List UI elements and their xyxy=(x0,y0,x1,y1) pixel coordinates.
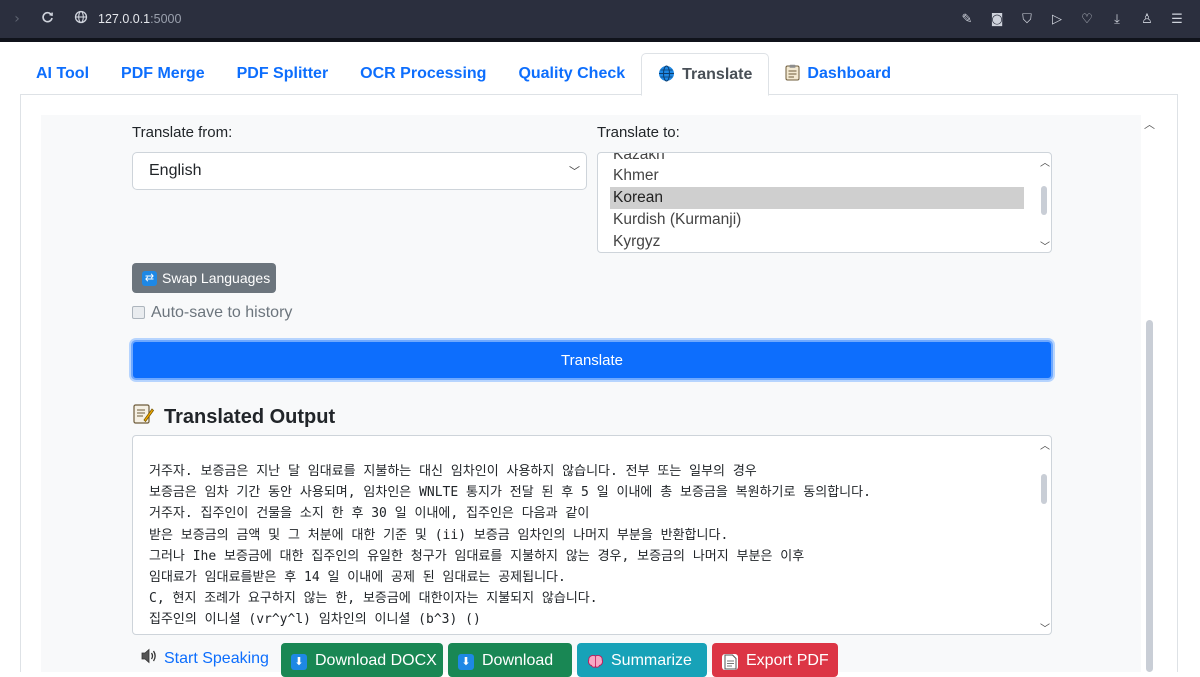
list-scrollbar-thumb[interactable] xyxy=(1041,186,1047,215)
chevron-up-icon[interactable]: ︿ xyxy=(1040,437,1050,452)
speak-label: Start Speaking xyxy=(164,649,269,667)
clipboard-icon xyxy=(785,64,800,84)
tab-dashboard[interactable]: Dashboard xyxy=(769,53,907,95)
output-title: Translated Output xyxy=(164,405,336,428)
chevron-down-icon: ﹀ xyxy=(569,166,580,178)
heart-icon[interactable]: ♡ xyxy=(1072,12,1102,27)
tab-ai-tool[interactable]: AI Tool xyxy=(20,53,105,95)
brain-icon xyxy=(587,654,603,670)
swap-label: Swap Languages xyxy=(162,270,271,286)
globe-icon xyxy=(658,65,675,85)
tab-pdf-merge[interactable]: PDF Merge xyxy=(105,53,221,95)
output-heading: Translated Output xyxy=(132,403,335,431)
summarize-label: Summarize xyxy=(611,652,692,669)
start-speaking-link[interactable]: Start Speaking xyxy=(140,648,269,669)
tab-translate[interactable]: Translate xyxy=(641,53,770,96)
shield-icon[interactable]: ⛉ xyxy=(1012,12,1042,27)
tab-label: PDF Splitter xyxy=(236,65,329,82)
to-label: Translate to: xyxy=(597,124,680,141)
autosave-checkbox[interactable] xyxy=(132,306,145,319)
address-bar[interactable]: 127.0.0.1:5000 xyxy=(98,12,181,26)
tab-label: OCR Processing xyxy=(360,65,487,82)
reload-icon[interactable] xyxy=(34,11,60,28)
swap-languages-button[interactable]: ⇄ Swap Languages xyxy=(132,263,276,293)
edit-icon[interactable]: ✎ xyxy=(952,12,982,27)
tab-label: Quality Check xyxy=(518,65,626,82)
play-icon[interactable]: ▷ xyxy=(1042,12,1072,27)
page-separator xyxy=(0,38,1200,42)
translate-label: Translate xyxy=(561,351,623,369)
url-port: :5000 xyxy=(150,12,182,26)
tab-label: Dashboard xyxy=(807,65,891,82)
tab-quality-check[interactable]: Quality Check xyxy=(502,53,641,95)
chevron-down-icon[interactable]: ﹀ xyxy=(1040,620,1050,635)
list-item[interactable]: Kazakh xyxy=(610,153,1024,166)
list-item[interactable]: Kurdish (Kurmanji) xyxy=(610,209,1024,231)
source-language-value: English xyxy=(149,162,202,179)
from-label: Translate from: xyxy=(132,124,233,141)
target-language-list[interactable]: Kazakh Khmer Korean Kurdish (Kurmanji) K… xyxy=(597,152,1052,253)
tab-label: AI Tool xyxy=(36,65,90,82)
output-line: 받은 보증금의 금액 및 그 처분에 대한 기준 및 (ii) 보증금 임차인의… xyxy=(149,528,729,543)
chevron-up-icon[interactable]: ︿ xyxy=(1040,154,1050,169)
browser-toolbar: › 127.0.0.1:5000 ✎ ◙ ⛉ ▷ ♡ ⤓ ♙ ☰ xyxy=(0,0,1200,38)
download-icon[interactable]: ⤓ xyxy=(1102,12,1132,27)
memo-icon xyxy=(132,403,155,431)
output-line: C, 현지 조례가 요구하지 않는 한, 보증금에 대한이자는 지불되지 않습니… xyxy=(149,591,598,606)
list-item-selected[interactable]: Korean xyxy=(610,187,1024,209)
output-scrollbar-thumb[interactable] xyxy=(1041,474,1047,504)
swap-icon: ⇄ xyxy=(142,270,157,286)
download-arrow-icon: ⬇ xyxy=(291,654,307,670)
tab-label: PDF Merge xyxy=(121,65,205,82)
source-language-select[interactable]: English ﹀ xyxy=(132,152,587,190)
list-item[interactable]: Khmer xyxy=(610,165,1024,187)
camera-icon[interactable]: ◙ xyxy=(982,12,1012,27)
list-item[interactable]: Kyrgyz xyxy=(610,231,1024,252)
menu-icon[interactable]: ☰ xyxy=(1162,12,1192,27)
autosave-label: Auto-save to history xyxy=(151,304,293,321)
profile-icon[interactable]: ♙ xyxy=(1132,12,1162,27)
speaker-icon xyxy=(140,648,158,669)
forward-icon[interactable]: › xyxy=(4,11,30,27)
output-line: 거주자. 집주인이 건물을 소지 한 후 30 일 이내에, 집주인은 다음과 … xyxy=(149,506,590,521)
tab-pdf-splitter[interactable]: PDF Splitter xyxy=(221,53,345,95)
download-arrow-icon: ⬇ xyxy=(458,654,474,670)
translate-button[interactable]: Translate xyxy=(131,340,1053,380)
tab-ocr-processing[interactable]: OCR Processing xyxy=(344,53,502,95)
translated-output-textarea[interactable]: 거주자. 보증금은 지난 달 임대료를 지불하는 대신 임차인이 사용하지 않습… xyxy=(132,435,1052,635)
download-label: Download xyxy=(482,652,554,669)
page-scrollbar-thumb[interactable] xyxy=(1146,320,1153,672)
docx-label: Download DOCX xyxy=(315,652,437,669)
output-line: 그러나 Ihe 보증금에 대한 집주인의 유일한 청구가 임대료를 지불하지 않… xyxy=(149,549,805,564)
tab-bar: AI Tool PDF Merge PDF Splitter OCR Proce… xyxy=(20,53,1178,96)
output-line: 집주인의 이니셜 (vr^y^l) 임차인의 이니셜 (b^3) () xyxy=(149,612,481,627)
chevron-up-icon[interactable]: ︿ xyxy=(1144,116,1155,132)
browser-actions: ✎ ◙ ⛉ ▷ ♡ ⤓ ♙ ☰ xyxy=(952,0,1192,38)
site-info-icon[interactable] xyxy=(74,10,88,28)
tab-label: Translate xyxy=(682,65,753,83)
output-line: 임대료가 임대료를받은 후 14 일 이내에 공제 된 임대료는 공제됩니다. xyxy=(149,570,566,585)
chevron-down-icon[interactable]: ﹀ xyxy=(1040,238,1050,253)
document-icon xyxy=(722,654,738,670)
pdf-label: Export PDF xyxy=(746,652,829,669)
output-line: 보증금은 임차 기간 동안 사용되며, 임차인은 WNLTE 통지가 전달 된 … xyxy=(149,485,871,500)
url-host: 127.0.0.1 xyxy=(98,12,151,26)
output-line: 거주자. 보증금은 지난 달 임대료를 지불하는 대신 임차인이 사용하지 않습… xyxy=(149,464,757,479)
